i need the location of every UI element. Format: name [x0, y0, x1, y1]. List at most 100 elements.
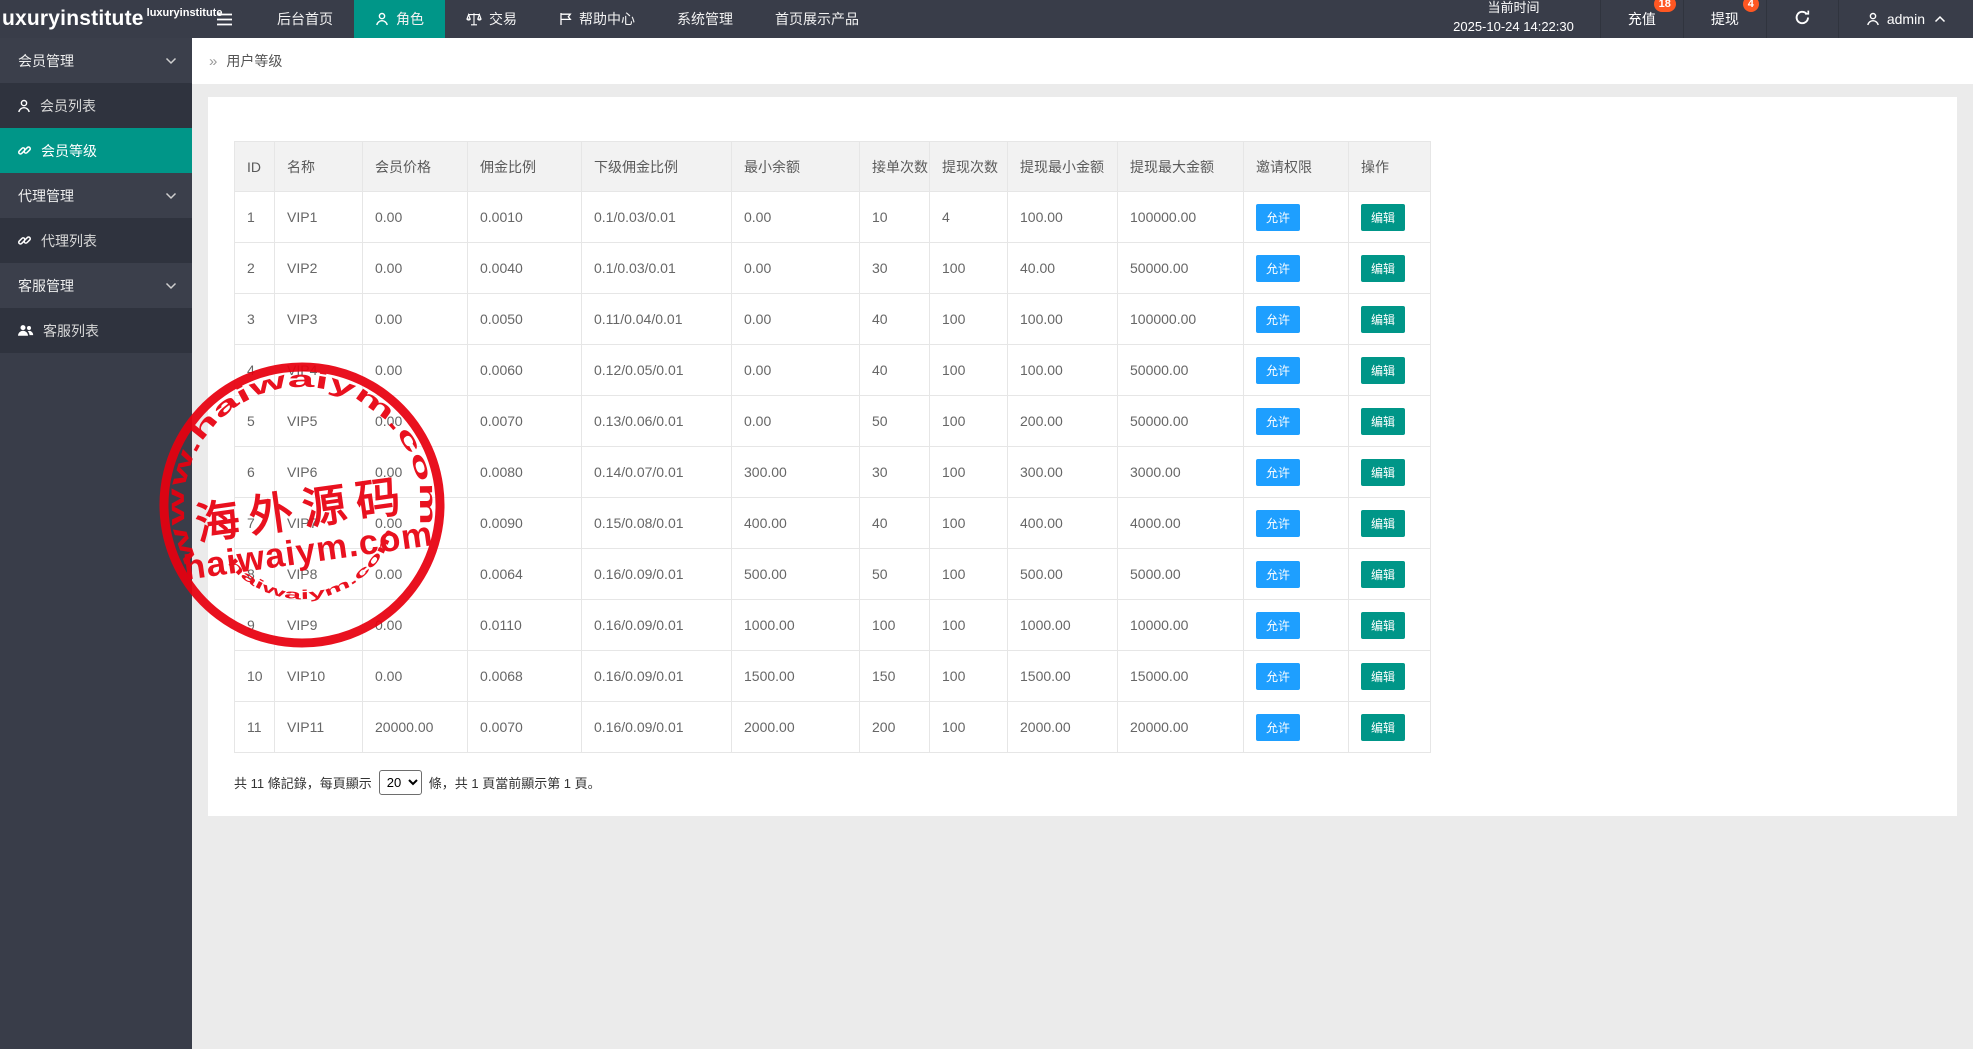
sidebar-item-member-level[interactable]: 会员等级	[0, 128, 192, 173]
nav-item-dashboard-home[interactable]: 后台首页	[256, 0, 354, 38]
cell: 100	[930, 498, 1008, 549]
page-size-select[interactable]: 20	[379, 770, 422, 795]
edit-button[interactable]: 编辑	[1361, 204, 1405, 231]
cell: 50000.00	[1118, 345, 1244, 396]
users-icon	[17, 324, 34, 337]
cell: 0.1/0.03/0.01	[582, 243, 732, 294]
cell: 0.00	[732, 243, 860, 294]
pagination-prefix: 共 11 條記錄，每頁顯示	[234, 773, 372, 792]
table-card: ID名称会员价格佣金比例下级佣金比例最小余额接单次数提现次数提现最小金额提现最大…	[208, 97, 1957, 816]
edit-button[interactable]: 编辑	[1361, 510, 1405, 537]
sidebar-item-label: 会员列表	[40, 96, 96, 116]
chevron-down-icon	[165, 282, 177, 290]
cell: 9	[235, 600, 275, 651]
allow-button[interactable]: 允许	[1256, 357, 1300, 384]
edit-button[interactable]: 编辑	[1361, 714, 1405, 741]
allow-button[interactable]: 允许	[1256, 510, 1300, 537]
column-header-11: 操作	[1349, 142, 1431, 192]
cell: 0.00	[732, 396, 860, 447]
page-title: 用户等级	[226, 51, 282, 71]
column-header-4: 下级佣金比例	[582, 142, 732, 192]
cell: 100	[860, 600, 930, 651]
sidebar-toggle-button[interactable]	[200, 0, 256, 38]
nav-item-label: 帮助中心	[579, 9, 635, 29]
cell: VIP11	[275, 702, 363, 753]
cell: 4000.00	[1118, 498, 1244, 549]
cell-action: 编辑	[1349, 345, 1431, 396]
cell: 0.00	[363, 651, 468, 702]
sidebar-group-agent-mgmt[interactable]: 代理管理	[0, 173, 192, 218]
sidebar-item-member-list[interactable]: 会员列表	[0, 83, 192, 128]
cell: 0.0050	[468, 294, 582, 345]
nav-item-trade[interactable]: 交易	[445, 0, 538, 38]
allow-button[interactable]: 允许	[1256, 459, 1300, 486]
user-menu[interactable]: admin	[1838, 0, 1973, 38]
cell: 200.00	[1008, 396, 1118, 447]
sidebar-item-agent-list[interactable]: 代理列表	[0, 218, 192, 263]
sidebar-group-service-mgmt[interactable]: 客服管理	[0, 263, 192, 308]
allow-button[interactable]: 允许	[1256, 612, 1300, 639]
logo[interactable]: uxuryinstitute luxuryinstitute	[0, 0, 200, 38]
cell: 0.00	[363, 549, 468, 600]
cell: 500.00	[1008, 549, 1118, 600]
edit-button[interactable]: 编辑	[1361, 459, 1405, 486]
cell-invite-permission: 允许	[1244, 294, 1349, 345]
table-row: 7VIP70.000.00900.15/0.08/0.01400.0040100…	[235, 498, 1431, 549]
allow-button[interactable]: 允许	[1256, 306, 1300, 333]
edit-button[interactable]: 编辑	[1361, 255, 1405, 282]
edit-button[interactable]: 编辑	[1361, 306, 1405, 333]
column-header-1: 名称	[275, 142, 363, 192]
cell: 0.16/0.09/0.01	[582, 549, 732, 600]
allow-button[interactable]: 允许	[1256, 561, 1300, 588]
recharge-button[interactable]: 充值 18	[1600, 0, 1683, 38]
edit-button[interactable]: 编辑	[1361, 357, 1405, 384]
pagination: 共 11 條記錄，每頁顯示 20 條，共 1 頁當前顯示第 1 頁。	[234, 770, 1931, 795]
column-header-2: 会员价格	[363, 142, 468, 192]
column-header-10: 邀请权限	[1244, 142, 1349, 192]
cell: VIP2	[275, 243, 363, 294]
cell: 10	[860, 192, 930, 243]
navbar-right: 当前时间 2025-10-24 14:22:30 充值 18 提现 4 ad	[1427, 0, 1973, 38]
cell: 0.0064	[468, 549, 582, 600]
cell: 0.0010	[468, 192, 582, 243]
cell: 400.00	[732, 498, 860, 549]
cell-invite-permission: 允许	[1244, 549, 1349, 600]
nav-item-help-center[interactable]: 帮助中心	[538, 0, 656, 38]
sidebar-item-service-list[interactable]: 客服列表	[0, 308, 192, 353]
cell: VIP1	[275, 192, 363, 243]
cell: 1	[235, 192, 275, 243]
cell: 100	[930, 702, 1008, 753]
cell: 100.00	[1008, 345, 1118, 396]
allow-button[interactable]: 允许	[1256, 714, 1300, 741]
edit-button[interactable]: 编辑	[1361, 561, 1405, 588]
allow-button[interactable]: 允许	[1256, 663, 1300, 690]
refresh-button[interactable]	[1766, 0, 1838, 38]
cell: 50000.00	[1118, 243, 1244, 294]
cell: 8	[235, 549, 275, 600]
cell: 0.00	[732, 294, 860, 345]
edit-button[interactable]: 编辑	[1361, 663, 1405, 690]
logo-text: uxuryinstitute	[2, 7, 144, 31]
cell: 50	[860, 549, 930, 600]
cell-invite-permission: 允许	[1244, 600, 1349, 651]
allow-button[interactable]: 允许	[1256, 255, 1300, 282]
table-row: 9VIP90.000.01100.16/0.09/0.011000.001001…	[235, 600, 1431, 651]
allow-button[interactable]: 允许	[1256, 204, 1300, 231]
cell: 100	[930, 345, 1008, 396]
nav-item-system-mgmt[interactable]: 系统管理	[656, 0, 754, 38]
edit-button[interactable]: 编辑	[1361, 612, 1405, 639]
recharge-badge: 18	[1654, 0, 1676, 12]
allow-button[interactable]: 允许	[1256, 408, 1300, 435]
nav-item-roles[interactable]: 角色	[354, 0, 445, 38]
cell: 100	[930, 549, 1008, 600]
cell: 0.0070	[468, 396, 582, 447]
nav-item-homepage-products[interactable]: 首页展示产品	[754, 0, 880, 38]
person-icon	[1866, 12, 1880, 26]
sidebar-group-member-mgmt[interactable]: 会员管理	[0, 38, 192, 83]
withdraw-button[interactable]: 提现 4	[1683, 0, 1766, 38]
cell: 100	[930, 396, 1008, 447]
cell: VIP8	[275, 549, 363, 600]
flag-icon	[559, 12, 572, 26]
edit-button[interactable]: 编辑	[1361, 408, 1405, 435]
cell: 0.13/0.06/0.01	[582, 396, 732, 447]
